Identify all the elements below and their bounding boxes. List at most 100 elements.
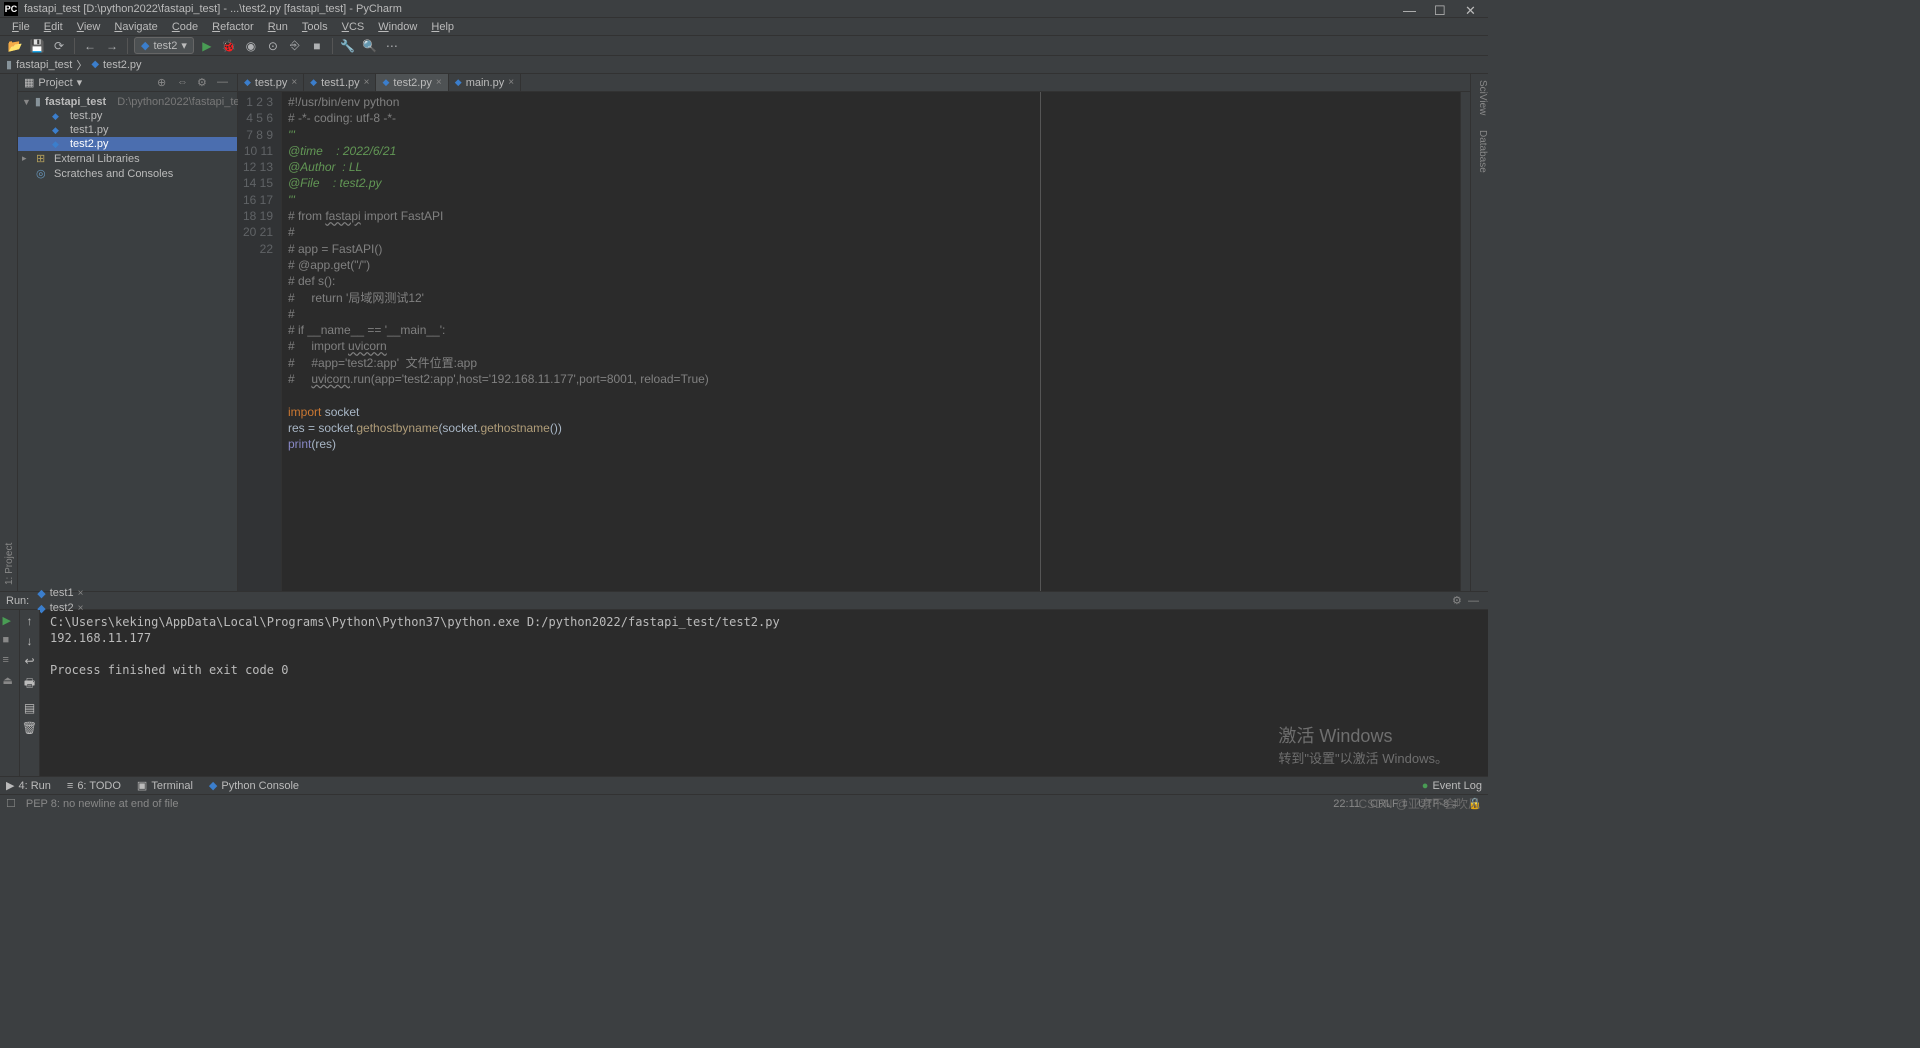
wrap-button[interactable]: ↩ [24,654,34,668]
file-test2-py[interactable]: ◆ test2.py [18,137,237,151]
library-icon: ⊞ [36,152,50,165]
down-button[interactable]: ↓ [27,634,33,648]
attach-button[interactable]: ⎆ [286,37,304,55]
run-output[interactable]: C:\Users\keking\AppData\Local\Programs\P… [40,610,1488,776]
hide-icon[interactable]: — [1468,595,1482,607]
external-libraries[interactable]: ▸ ⊞ External Libraries [18,151,237,166]
run-panel-body: ▶ ■ ≡ ⏏ ↑ ↓ ↩ 🖶 ▤ 🗑 C:\Users\keking\AppD… [0,610,1488,776]
todo-tool-tab[interactable]: ≡6: TODO [67,780,121,792]
close-icon[interactable]: × [291,77,297,88]
python-file-icon: ◆ [52,139,66,150]
maximize-button[interactable]: ☐ [1434,3,1445,14]
project-root[interactable]: ▼ ▮ fastapi_test D:\python2022\fastapi_t… [18,94,237,109]
up-button[interactable]: ↑ [27,614,33,628]
coverage-button[interactable]: ◉ [242,37,260,55]
database-tab[interactable]: Database [1475,124,1490,179]
hide-icon[interactable]: — [217,76,231,90]
project-tree-title[interactable]: ▦ Project ▾ [24,76,151,89]
filter-button[interactable]: ▤ [24,701,35,715]
run-config-selector[interactable]: ◆ test2 ▾ [134,37,194,54]
stop-button[interactable]: ■ [3,634,17,648]
code-area[interactable]: #!/usr/bin/env python # -*- coding: utf-… [282,92,1040,591]
tab-test2-py[interactable]: ◆ test2.py × [376,74,448,91]
stop-button[interactable]: ■ [308,37,326,55]
gear-icon[interactable]: ⚙ [197,76,211,90]
run-tab-test1[interactable]: ◆test1× [31,586,89,601]
close-icon[interactable]: × [78,588,84,599]
file-test1-py[interactable]: ◆test1.py [18,123,237,137]
file-label: test2.py [70,138,109,150]
close-icon[interactable]: × [508,77,514,88]
close-icon[interactable]: × [436,77,442,88]
settings-icon[interactable]: 🔧 [339,37,357,55]
lock-icon[interactable]: 🔒 [1468,797,1482,810]
menu-tools[interactable]: Tools [296,20,334,34]
scratches[interactable]: ◎ Scratches and Consoles [18,166,237,181]
tab-label: test.py [255,77,287,89]
terminal-tool-tab[interactable]: ▣Terminal [137,779,193,792]
menu-help[interactable]: Help [425,20,460,34]
forward-button[interactable]: → [103,37,121,55]
tab-test-py[interactable]: ◆ test.py × [238,74,304,91]
sciview-tab[interactable]: SciView [1475,74,1490,121]
menu-window[interactable]: Window [372,20,423,34]
encoding[interactable]: UTF-8 ‡ [1418,798,1458,810]
menu-code[interactable]: Code [166,20,204,34]
structure-tab[interactable]: 7: Structure [0,527,2,591]
save-button[interactable]: 💾 [28,37,46,55]
delete-button[interactable]: 🗑 [22,721,37,735]
exit-button[interactable]: ⏏ [3,674,17,688]
menu-edit[interactable]: Edit [38,20,69,34]
refresh-button[interactable]: ⟳ [50,37,68,55]
back-button[interactable]: ← [81,37,99,55]
pause-button[interactable]: ≡ [3,654,17,668]
collapse-icon[interactable]: ⇔ [177,76,191,90]
menu-navigate[interactable]: Navigate [108,20,163,34]
cursor-position[interactable]: 22:11 [1333,798,1360,810]
debug-button[interactable]: 🐞 [220,37,238,55]
project-tab[interactable]: 1: Project [2,74,17,591]
menu-refactor[interactable]: Refactor [206,20,260,34]
menu-view[interactable]: View [71,20,107,34]
locate-icon[interactable]: ⊕ [157,76,171,90]
breadcrumb-file[interactable]: test2.py [103,59,142,71]
python-file-icon: ◆ [52,125,66,136]
menu-run[interactable]: Run [262,20,294,34]
print-button[interactable]: 🖶 [24,674,35,695]
python-file-icon: ◆ [382,77,389,88]
line-ending[interactable]: CRLF ‡ [1370,798,1408,810]
todo-icon: ≡ [67,780,73,792]
gear-icon[interactable]: ⚙ [1452,594,1466,607]
python-console-tab[interactable]: ◆Python Console [209,779,299,792]
rerun-button[interactable]: ▶ [3,614,17,628]
python-file-icon: ◆ [310,77,317,88]
run-tool-tab[interactable]: ▶4: Run [6,779,51,792]
folder-icon: ▮ [35,95,41,108]
tab-label: test2.py [393,77,432,89]
toolbar: 📂 💾 ⟳ ← → ◆ test2 ▾ ▶ 🐞 ◉ ⊙ ⎆ ■ 🔧 🔍 ⋯ [0,36,1488,56]
breadcrumb-folder[interactable]: fastapi_test [16,59,72,71]
run-side-controls-2: ↑ ↓ ↩ 🖶 ▤ 🗑 [20,610,40,776]
python-file-icon: ◆ [91,59,99,70]
open-button[interactable]: 📂 [6,37,24,55]
more-icon[interactable]: ⋯ [383,37,401,55]
event-log-tab[interactable]: ●Event Log [1422,780,1482,792]
profile-button[interactable]: ⊙ [264,37,282,55]
menu-vcs[interactable]: VCS [336,20,371,34]
menu-file[interactable]: File [6,20,36,34]
python-file-icon: ◆ [52,111,66,122]
close-button[interactable]: ✕ [1465,3,1476,14]
python-file-icon: ◆ [244,77,251,88]
menubar: FileEditViewNavigateCodeRefactorRunTools… [0,18,1488,36]
editor-scrollbar[interactable] [1460,92,1470,591]
run-config-label: test2 [153,40,177,52]
run-button[interactable]: ▶ [198,37,216,55]
search-icon[interactable]: 🔍 [361,37,379,55]
minimize-button[interactable]: — [1403,3,1414,14]
breadcrumb: ▮ fastapi_test 〉 ◆ test2.py [0,56,1488,74]
tab-test1-py[interactable]: ◆test1.py× [304,74,376,91]
scratches-icon: ◎ [36,167,50,180]
file-test-py[interactable]: ◆test.py [18,109,237,123]
tab-main-py[interactable]: ◆main.py× [449,74,521,91]
close-icon[interactable]: × [364,77,370,88]
